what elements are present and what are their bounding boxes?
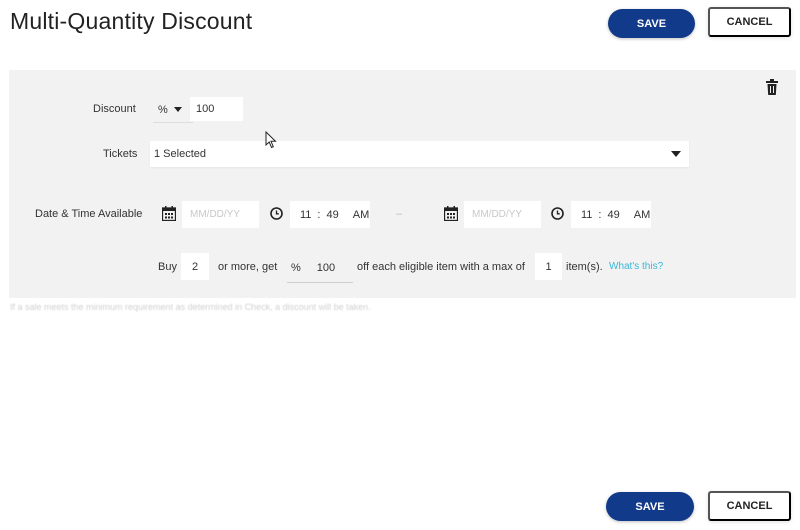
discount-unit-value: % [158, 103, 168, 116]
items-label: item(s). [566, 261, 603, 273]
footer-save-button[interactable]: SAVE [606, 492, 694, 521]
calendar-icon[interactable] [162, 206, 176, 221]
clock-icon [270, 207, 283, 220]
time-separator: : [317, 208, 321, 221]
trash-icon[interactable] [765, 79, 779, 95]
reward-unit-select[interactable]: % 100 [287, 253, 353, 283]
end-hour[interactable]: 11 [581, 209, 592, 221]
tickets-select[interactable]: 1 Selected [150, 141, 689, 167]
helper-text: If a sale meets the minimum requirement … [10, 302, 371, 312]
buy-quantity-input[interactable]: 2 [181, 253, 209, 280]
or-more-label: or more, get [218, 261, 278, 273]
end-minute[interactable]: 49 [607, 209, 619, 221]
off-label: off each eligible item with a max of [357, 261, 525, 273]
start-date-input[interactable]: MM/DD/YY [182, 201, 259, 228]
end-ampm[interactable]: AM [634, 209, 651, 221]
start-time-input[interactable]: 11 : 49 AM [290, 201, 370, 228]
discount-label: Discount [93, 103, 136, 115]
discount-value-input[interactable]: 100 [190, 97, 243, 121]
cancel-button[interactable]: CANCEL [708, 7, 791, 37]
tickets-label: Tickets [103, 148, 138, 160]
time-separator: : [598, 208, 602, 221]
whats-this-link[interactable]: What's this? [609, 261, 663, 272]
end-date-input[interactable]: MM/DD/YY [464, 201, 541, 228]
end-time-input[interactable]: 11 : 49 AM [571, 201, 651, 228]
discount-unit-select[interactable]: % [153, 97, 193, 123]
discount-editor-page: Multi-Quantity Discount SAVE CANCEL Disc… [0, 0, 800, 530]
date-range-separator: – [396, 208, 403, 220]
end-date-placeholder: MM/DD/YY [472, 209, 522, 220]
chevron-down-icon [173, 107, 182, 112]
buy-label: Buy [158, 261, 177, 273]
save-button[interactable]: SAVE [608, 9, 695, 38]
start-ampm[interactable]: AM [353, 209, 370, 221]
start-date-placeholder: MM/DD/YY [190, 209, 240, 220]
start-hour[interactable]: 11 [300, 209, 311, 221]
mouse-pointer-icon [265, 131, 277, 149]
date-time-label: Date & Time Available [35, 208, 143, 220]
start-minute[interactable]: 49 [326, 209, 338, 221]
tickets-selected-value: 1 Selected [154, 148, 206, 160]
reward-amount-value[interactable]: 100 [317, 262, 335, 274]
footer-cancel-button[interactable]: CANCEL [708, 491, 791, 521]
clock-icon [551, 207, 564, 220]
page-title: Multi-Quantity Discount [10, 8, 253, 34]
calendar-icon[interactable] [444, 206, 458, 221]
chevron-down-icon [671, 151, 681, 157]
reward-unit-value: % [291, 261, 301, 274]
max-quantity-input[interactable]: 1 [535, 253, 562, 280]
